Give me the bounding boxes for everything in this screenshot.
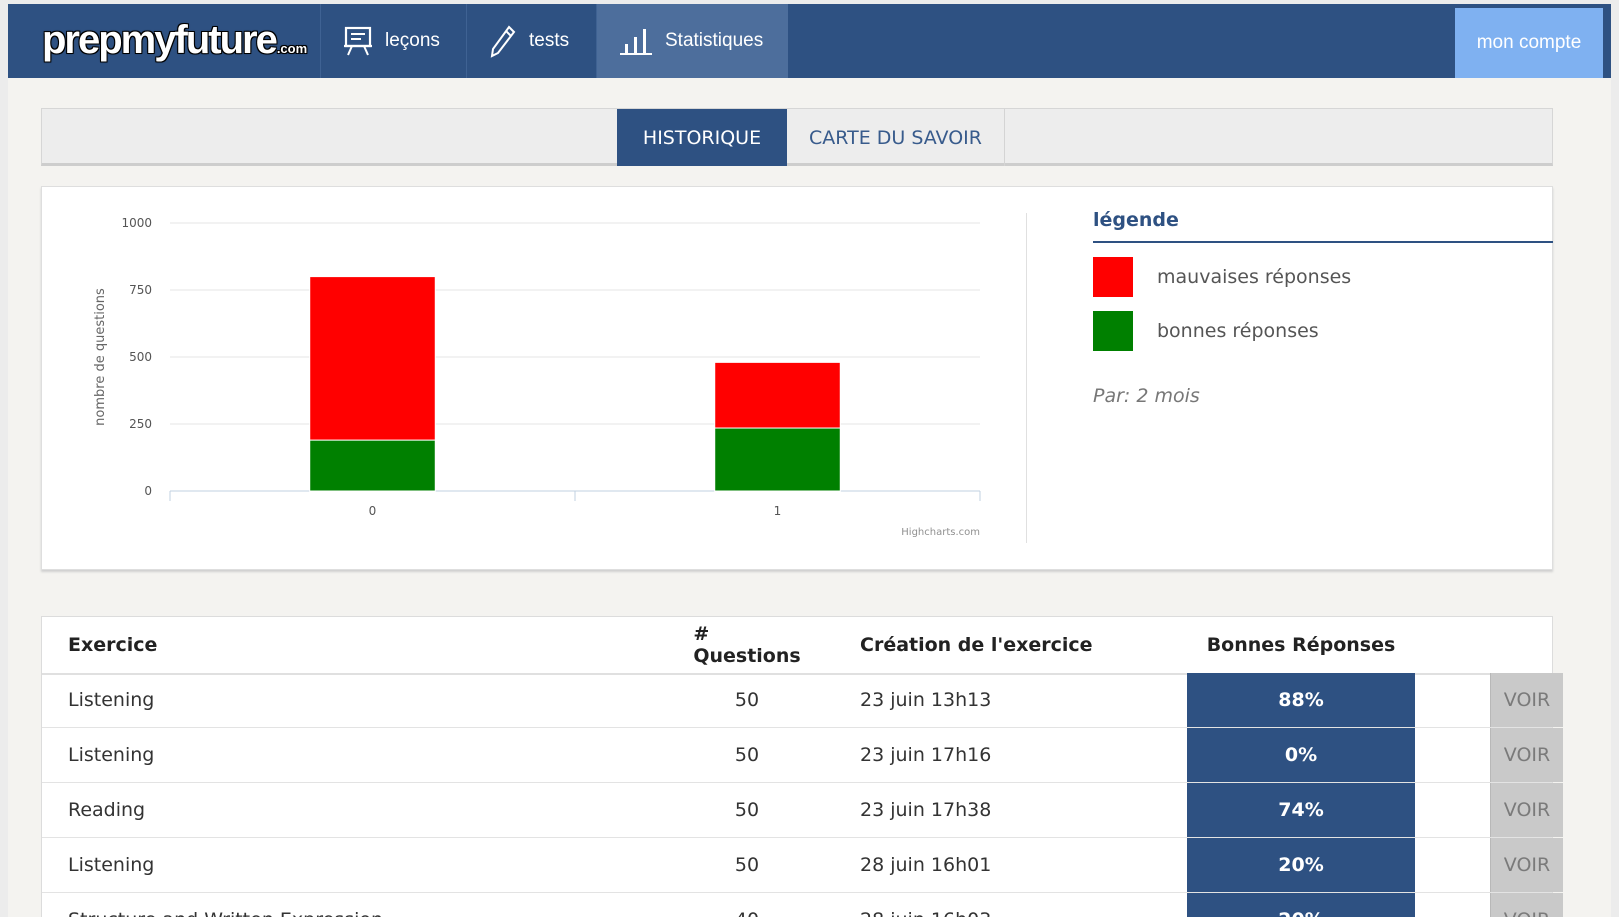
legend-item-bonnes: bonnes réponses <box>1093 311 1553 351</box>
board-icon <box>344 26 372 56</box>
legend-swatch-green <box>1093 311 1133 351</box>
cell-score: 88% <box>1187 673 1415 727</box>
legend-item-mauvaises: mauvaises réponses <box>1093 257 1553 297</box>
x-tick-label: 0 <box>369 504 377 518</box>
panel-divider <box>1026 213 1027 543</box>
account-button[interactable]: mon compte <box>1455 8 1603 78</box>
chart-credits: Highcharts.com <box>901 527 980 538</box>
nav-item-lecons[interactable]: leçons <box>320 4 466 78</box>
bar-segment <box>714 361 841 429</box>
cell-created: 23 juin 17h38 <box>860 799 992 821</box>
y-tick-label: 750 <box>129 283 152 297</box>
logo-text: prepmyfuture <box>42 18 278 62</box>
y-tick-label: 0 <box>144 484 152 498</box>
chart-svg: 0 250 500 750 1000 0 1 nombre de questions Highc… <box>93 216 981 538</box>
header-exercice: Exercice <box>68 634 158 656</box>
y-axis-title: nombre de questions <box>93 288 108 426</box>
legend: légende mauvaises réponses bonnes répons… <box>1093 209 1553 407</box>
cell-exercise: Reading <box>68 799 146 821</box>
cell-score: 0% <box>1187 728 1415 782</box>
table-row: Structure and Written Expression 40 28 j… <box>42 893 1563 917</box>
tab-bar: HISTORIQUE CARTE DU SAVOIR <box>41 108 1553 166</box>
bar-segment <box>309 276 436 441</box>
cell-exercise: Structure and Written Expression <box>68 893 383 917</box>
chart-panel: 0 250 500 750 1000 0 1 nombre de questions Highc… <box>41 186 1553 570</box>
y-tick-label: 250 <box>129 417 152 431</box>
bar-segment <box>714 427 841 492</box>
voir-button[interactable]: VOIR <box>1490 893 1563 917</box>
voir-button[interactable]: VOIR <box>1490 783 1563 837</box>
bar-segment <box>309 439 436 492</box>
cell-questions: 50 <box>734 799 760 821</box>
tab-carte-du-savoir[interactable]: CARTE DU SAVOIR <box>787 109 1005 166</box>
cell-created: 28 juin 16h03 <box>860 893 991 917</box>
header-bonnes-reponses: Bonnes Réponses <box>1206 634 1396 656</box>
table-row: Listening 50 23 juin 13h13 88% VOIR <box>42 673 1563 728</box>
app-frame: prepmyfuture.com leçons tests Statistiqu… <box>8 4 1611 917</box>
header-questions: # Questions <box>693 623 801 667</box>
cell-questions: 50 <box>734 689 760 711</box>
pencil-icon <box>490 25 516 58</box>
cell-score: 74% <box>1187 783 1415 837</box>
cell-created: 23 juin 13h13 <box>860 689 992 711</box>
table-row: Listening 50 23 juin 17h16 0% VOIR <box>42 728 1563 783</box>
nav-item-tests[interactable]: tests <box>466 4 596 78</box>
top-navbar: prepmyfuture.com leçons tests Statistiqu… <box>8 4 1611 78</box>
logo[interactable]: prepmyfuture.com <box>42 18 307 62</box>
table-header-row: Exercice # Questions Création de l'exerc… <box>42 617 1552 675</box>
period-label: Par: 2 mois <box>1093 385 1200 407</box>
nav-label-lecons: leçons <box>385 30 440 51</box>
nav-label-statistiques: Statistiques <box>665 30 764 51</box>
stacked-bar-chart: 0 250 500 750 1000 0 1 nombre de questions Highc… <box>42 187 1002 549</box>
legend-swatch-red <box>1093 257 1133 297</box>
header-creation: Création de l'exercice <box>860 634 1093 656</box>
exercise-table: Exercice # Questions Création de l'exerc… <box>41 616 1563 917</box>
y-tick-label: 500 <box>129 350 152 364</box>
cell-created: 28 juin 16h01 <box>860 854 992 876</box>
cell-questions: 50 <box>734 744 760 766</box>
table-row: Reading 50 23 juin 17h38 74% VOIR <box>42 783 1563 838</box>
y-tick-label: 1000 <box>121 216 152 230</box>
legend-label-mauvaises: mauvaises réponses <box>1157 266 1352 288</box>
cell-score: 20% <box>1187 838 1415 892</box>
cell-exercise: Listening <box>68 689 155 711</box>
cell-exercise: Listening <box>68 744 155 766</box>
cell-score: 20% <box>1187 893 1415 917</box>
cell-questions: 50 <box>734 854 760 876</box>
cell-questions: 40 <box>697 893 797 917</box>
legend-label-bonnes: bonnes réponses <box>1157 320 1319 342</box>
logo-suffix: .com <box>276 41 308 56</box>
voir-button[interactable]: VOIR <box>1490 728 1563 782</box>
x-tick-label: 1 <box>774 504 782 518</box>
table-row: Listening 50 28 juin 16h01 20% VOIR <box>42 838 1563 893</box>
nav-item-statistiques[interactable]: Statistiques <box>596 4 788 78</box>
bar-chart-icon <box>620 29 652 55</box>
cell-created: 23 juin 17h16 <box>860 744 992 766</box>
tab-historique[interactable]: HISTORIQUE <box>617 109 787 166</box>
nav-label-tests: tests <box>529 30 570 51</box>
voir-button[interactable]: VOIR <box>1490 673 1563 727</box>
cell-exercise: Listening <box>68 854 155 876</box>
legend-title: légende <box>1093 209 1553 243</box>
voir-button[interactable]: VOIR <box>1490 838 1563 892</box>
